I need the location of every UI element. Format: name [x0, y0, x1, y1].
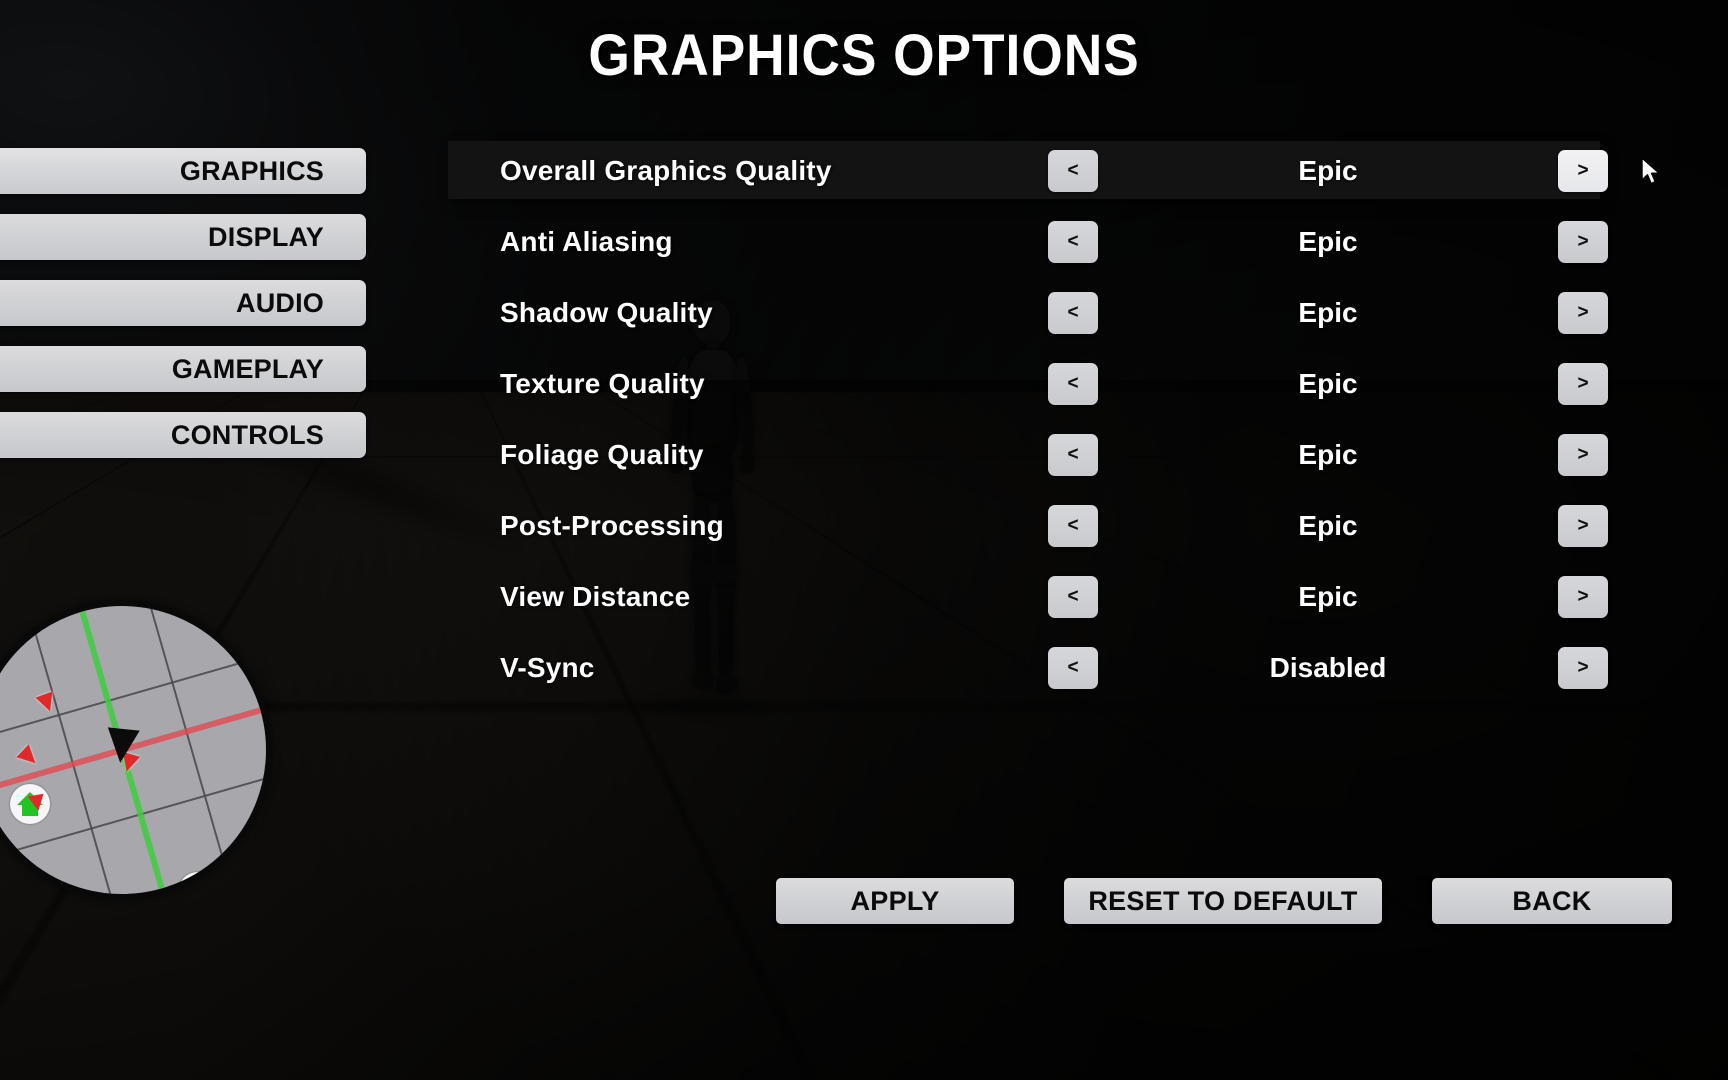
option-label: Shadow Quality — [500, 297, 713, 328]
next-value-button[interactable]: > — [1558, 150, 1608, 192]
option-row[interactable]: Texture Quality < Epic > — [448, 361, 1608, 407]
sidebar-item-graphics[interactable]: GRAPHICS — [0, 148, 366, 194]
option-row[interactable]: Anti Aliasing < Epic > — [448, 219, 1608, 265]
options-list: Overall Graphics Quality < Epic > Anti Alias… — [448, 141, 1608, 716]
next-value-button[interactable]: > — [1558, 221, 1608, 263]
category-sidebar: GRAPHICS DISPLAY AUDIO GAMEPLAY CONTROLS — [0, 148, 366, 478]
option-label: Post-Processing — [500, 510, 724, 541]
previous-value-button[interactable]: < — [1048, 150, 1098, 192]
option-row[interactable]: Foliage Quality < Epic > — [448, 432, 1608, 478]
mouse-cursor — [1641, 157, 1660, 185]
sidebar-item-display[interactable]: DISPLAY — [0, 214, 366, 260]
next-value-button[interactable]: > — [1558, 434, 1608, 476]
option-label: Anti Aliasing — [500, 226, 673, 257]
graphics-options-menu: GRAPHICS OPTIONS GRAPHICS DISPLAY AUDIO GAM… — [0, 0, 1728, 1080]
option-row[interactable]: V-Sync < Disabled > — [448, 645, 1608, 691]
option-value: Disabled — [1269, 652, 1387, 683]
option-value: Epic — [1298, 297, 1358, 328]
previous-value-button[interactable]: < — [1048, 221, 1098, 263]
page-title: GRAPHICS OPTIONS — [588, 23, 1140, 88]
option-value: Epic — [1298, 439, 1358, 470]
option-value: Epic — [1298, 581, 1358, 612]
option-value: Epic — [1298, 226, 1358, 257]
back-button[interactable]: BACK — [1432, 878, 1672, 924]
apply-button[interactable]: APPLY — [776, 878, 1014, 924]
option-row[interactable]: Post-Processing < Epic > — [448, 503, 1608, 549]
sidebar-item-audio[interactable]: AUDIO — [0, 280, 366, 326]
previous-value-button[interactable]: < — [1048, 647, 1098, 689]
option-value: Epic — [1298, 510, 1358, 541]
option-label: View Distance — [500, 581, 691, 612]
option-value: Epic — [1298, 368, 1358, 399]
option-label: Foliage Quality — [500, 439, 704, 470]
reset-to-default-button[interactable]: RESET TO DEFAULT — [1064, 878, 1382, 924]
option-label: V-Sync — [500, 652, 595, 683]
option-value: Epic — [1298, 155, 1358, 186]
next-value-button[interactable]: > — [1558, 505, 1608, 547]
action-bar: APPLY RESET TO DEFAULT BACK — [776, 878, 1672, 924]
option-row[interactable]: View Distance < Epic > — [448, 574, 1608, 620]
sidebar-item-gameplay[interactable]: GAMEPLAY — [0, 346, 366, 392]
option-row[interactable]: Overall Graphics Quality < Epic > — [448, 141, 1608, 199]
previous-value-button[interactable]: < — [1048, 292, 1098, 334]
next-value-button[interactable]: > — [1558, 576, 1608, 618]
next-value-button[interactable]: > — [1558, 647, 1608, 689]
previous-value-button[interactable]: < — [1048, 505, 1098, 547]
previous-value-button[interactable]: < — [1048, 363, 1098, 405]
sidebar-item-controls[interactable]: CONTROLS — [0, 412, 366, 458]
option-row[interactable]: Shadow Quality < Epic > — [448, 290, 1608, 336]
next-value-button[interactable]: > — [1558, 292, 1608, 334]
previous-value-button[interactable]: < — [1048, 576, 1098, 618]
next-value-button[interactable]: > — [1558, 363, 1608, 405]
option-label: Texture Quality — [500, 368, 705, 399]
option-label: Overall Graphics Quality — [500, 155, 832, 186]
previous-value-button[interactable]: < — [1048, 434, 1098, 476]
